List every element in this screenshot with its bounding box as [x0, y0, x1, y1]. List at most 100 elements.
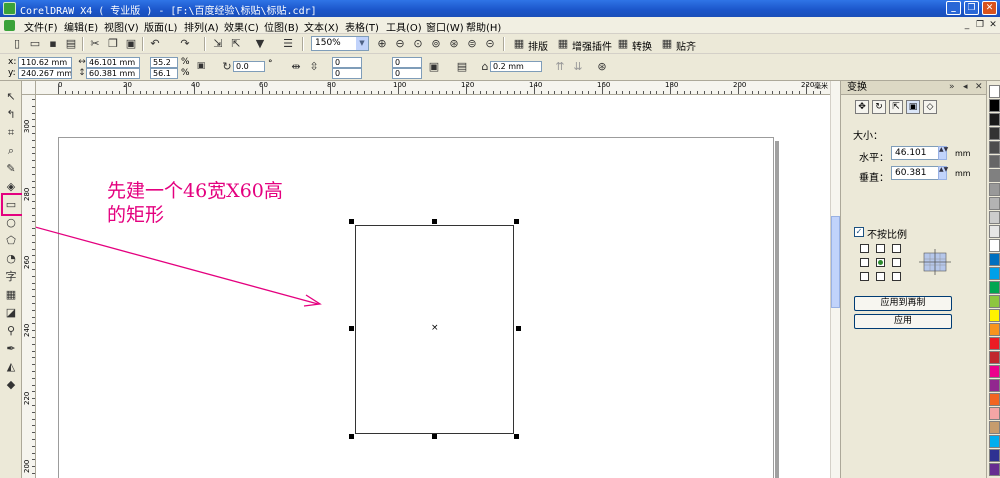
color-swatch[interactable]	[989, 253, 1000, 266]
color-swatch[interactable]	[989, 197, 1000, 210]
mirror-vertical-icon[interactable]: ⇳	[307, 60, 321, 73]
selection-handle[interactable]	[349, 434, 354, 439]
drawing-canvas[interactable]: 先建一个46宽X60高 的矩形 ×	[36, 95, 830, 478]
pick-tool-icon[interactable]: ↖	[3, 89, 19, 105]
ruler-origin[interactable]	[22, 81, 36, 95]
scale-icon[interactable]: ⇱	[889, 100, 903, 114]
apply-to-duplicate-button[interactable]: 应用到再制	[854, 296, 952, 311]
anchor-middle-right[interactable]	[892, 258, 901, 267]
zoom-tool-icon[interactable]: ⌕	[3, 143, 19, 159]
redo-icon[interactable]: ↷	[178, 37, 192, 50]
color-swatch[interactable]	[989, 379, 1000, 392]
object-height-input[interactable]: 60.381 mm	[86, 68, 140, 79]
menu-arrange[interactable]: 排列(A)	[184, 19, 219, 34]
to-back-icon[interactable]: ⇊	[571, 60, 585, 73]
color-swatch[interactable]	[989, 267, 1000, 280]
color-swatch[interactable]	[989, 169, 1000, 182]
zoom-level-select[interactable]: 150% ▼	[311, 36, 369, 51]
selection-handle[interactable]	[432, 219, 437, 224]
menu-window[interactable]: 窗口(W)	[426, 19, 464, 34]
eyedropper-tool-icon[interactable]: ⚲	[3, 323, 19, 339]
plugin-layout-label[interactable]: 排版	[528, 38, 548, 53]
plugin-enhance-label[interactable]: 增强插件	[572, 38, 612, 53]
docker-close-button[interactable]: ✕	[975, 81, 983, 94]
color-swatch[interactable]	[989, 309, 1000, 322]
lock-ratio-icon[interactable]: ▣	[194, 60, 208, 73]
selection-handle[interactable]	[349, 326, 354, 331]
freehand-tool-icon[interactable]: ✎	[3, 161, 19, 177]
plugin-convert-label[interactable]: 转换	[632, 38, 652, 53]
vertical-spinner[interactable]: ▲▼	[938, 166, 948, 180]
color-swatch[interactable]	[989, 183, 1000, 196]
anchor-bottom-center[interactable]	[876, 272, 885, 281]
color-swatch[interactable]	[989, 435, 1000, 448]
interactive-fill-tool-icon[interactable]: ◆	[3, 377, 19, 393]
fill-tool-icon[interactable]: ◭	[3, 359, 19, 375]
anchor-middle-left[interactable]	[860, 258, 869, 267]
scale-height-input[interactable]: 56.1	[150, 68, 178, 79]
menu-help[interactable]: 帮助(H)	[466, 19, 501, 34]
ellipse-tool-icon[interactable]: ○	[3, 215, 19, 231]
close-button[interactable]: ✕	[982, 1, 997, 15]
docker-menu-button[interactable]: ◂	[963, 81, 968, 94]
anchor-bottom-left[interactable]	[860, 272, 869, 281]
menu-effects[interactable]: 效果(C)	[224, 19, 259, 34]
x-position-input[interactable]: 110.62 mm	[18, 57, 72, 68]
menu-bitmaps[interactable]: 位图(B)	[264, 19, 299, 34]
paste-icon[interactable]: ▣	[124, 37, 138, 50]
color-swatch[interactable]	[989, 155, 1000, 168]
zoom-all-icon[interactable]: ⊚	[429, 37, 443, 50]
selection-handle[interactable]	[349, 219, 354, 224]
color-swatch[interactable]	[989, 393, 1000, 406]
anchor-top-center[interactable]	[876, 244, 885, 253]
anchor-top-right[interactable]	[892, 244, 901, 253]
undo-icon[interactable]: ↶	[148, 37, 162, 50]
menu-view[interactable]: 视图(V)	[104, 19, 139, 34]
selection-handle[interactable]	[432, 434, 437, 439]
zoom-width-icon[interactable]: ⊜	[465, 37, 479, 50]
snap-plugin-icon[interactable]: ▦	[660, 37, 674, 50]
color-swatch[interactable]	[989, 281, 1000, 294]
application-launcher-icon[interactable]: ▼	[253, 37, 267, 50]
zoom-out-icon[interactable]: ⊖	[393, 37, 407, 50]
interactive-blend-tool-icon[interactable]: ◪	[3, 305, 19, 321]
color-swatch[interactable]	[989, 351, 1000, 364]
corner-radius-bottom-left[interactable]: 0	[332, 68, 362, 79]
selection-handle[interactable]	[516, 326, 521, 331]
zoom-in-icon[interactable]: ⊕	[375, 37, 389, 50]
object-width-input[interactable]: 46.101 mm	[86, 57, 140, 68]
enhance-plugin-icon[interactable]: ▦	[556, 37, 570, 50]
color-swatch[interactable]	[989, 323, 1000, 336]
anchor-top-left[interactable]	[860, 244, 869, 253]
menu-edit[interactable]: 编辑(E)	[64, 19, 98, 34]
rotation-input[interactable]: 0.0	[233, 61, 265, 72]
open-folder-icon[interactable]: ▭	[28, 37, 42, 50]
doc-close-button[interactable]: ✕	[987, 20, 999, 31]
position-icon[interactable]: ✥	[855, 100, 869, 114]
skew-icon[interactable]: ◇	[923, 100, 937, 114]
color-swatch[interactable]	[989, 99, 1000, 112]
text-wrap-icon[interactable]: ▤	[455, 60, 469, 73]
basic-shapes-tool-icon[interactable]: ◔	[3, 251, 19, 267]
menu-file[interactable]: 文件(F)	[24, 19, 58, 34]
non-proportional-checkbox[interactable]: ✓	[854, 227, 864, 237]
selection-handle[interactable]	[514, 434, 519, 439]
scrollbar-thumb[interactable]	[831, 216, 840, 308]
to-front-icon[interactable]: ⇈	[553, 60, 567, 73]
horizontal-ruler[interactable]: 0 20 40 60 80 100 120 140 160 180 200 22…	[36, 81, 830, 95]
menu-table[interactable]: 表格(T)	[345, 19, 379, 34]
doc-restore-button[interactable]: ❐	[974, 20, 986, 31]
print-icon[interactable]: ▤	[64, 37, 78, 50]
outline-width-select[interactable]: 0.2 mm	[490, 61, 542, 72]
polygon-tool-icon[interactable]: ⬠	[3, 233, 19, 249]
layout-plugin-icon[interactable]: ▦	[512, 37, 526, 50]
mirror-horizontal-icon[interactable]: ⇹	[289, 60, 303, 73]
plugin-snap-label[interactable]: 贴齐	[676, 38, 696, 53]
import-icon[interactable]: ⇲	[211, 37, 225, 50]
welcome-screen-icon[interactable]: ☰	[281, 37, 295, 50]
new-document-icon[interactable]: ▯	[10, 37, 24, 50]
color-swatch[interactable]	[989, 449, 1000, 462]
table-tool-icon[interactable]: ▦	[3, 287, 19, 303]
scale-width-input[interactable]: 55.2	[150, 57, 178, 68]
selection-handle[interactable]	[514, 219, 519, 224]
